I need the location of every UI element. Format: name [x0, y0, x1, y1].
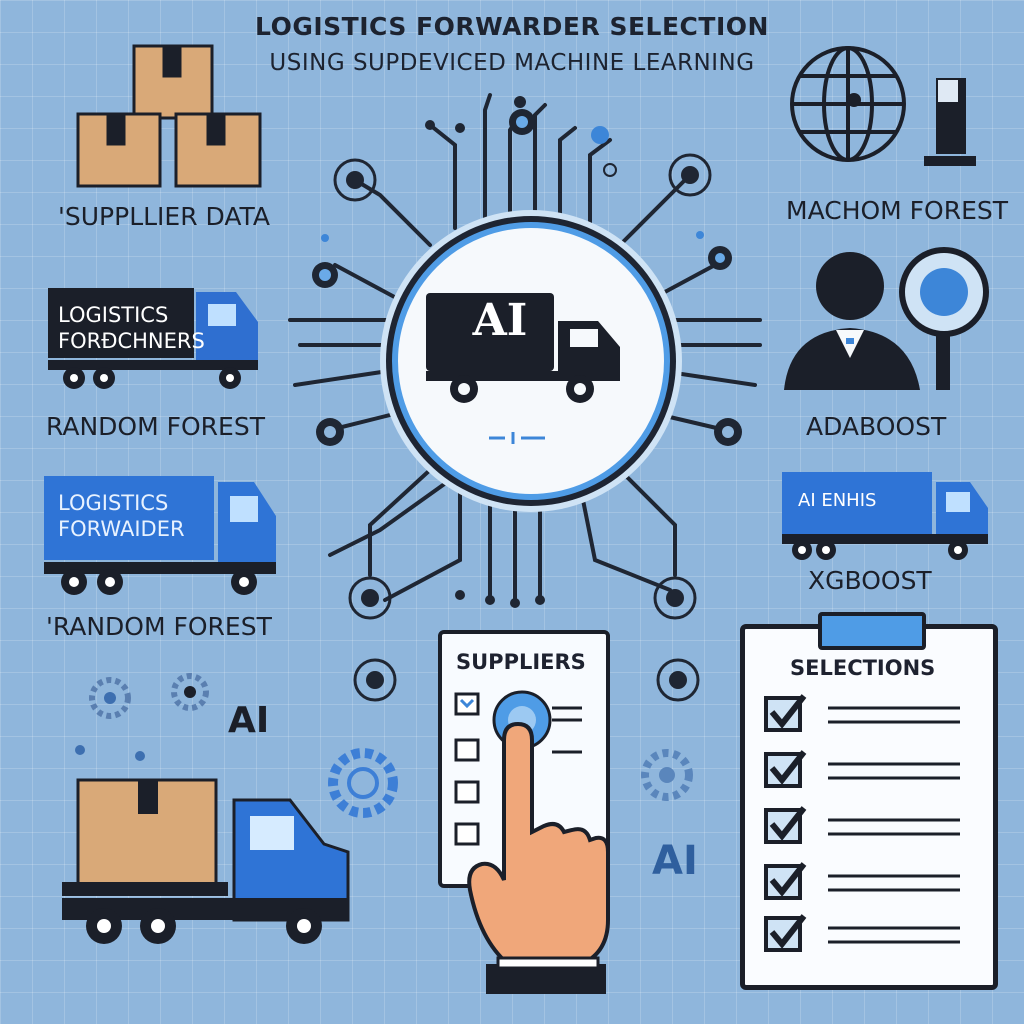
small-gear-icon	[641, 749, 693, 801]
truck-2-text: LOGISTICS FORWAIDER	[58, 491, 185, 541]
hub-deco-glyphs	[485, 428, 555, 448]
label-supplier-data: 'SUPPLLIER DATA	[58, 202, 270, 231]
label-random-forest-1: RANDOM FOREST	[46, 412, 265, 441]
label-adaboost: ADABOOST	[806, 412, 947, 441]
clipboard-clip	[818, 612, 926, 650]
selections-title: SELECTIONS	[790, 656, 936, 680]
label-ai-left: AI	[228, 700, 270, 741]
delivery-truck-icon	[62, 778, 350, 944]
hub-ai-label: AI	[472, 295, 528, 346]
suppliers-title: SUPPLIERS	[456, 650, 586, 674]
person-search-icon	[784, 247, 989, 390]
label-machom-forest: MACHOM FOREST	[786, 196, 1009, 225]
package-boxes-icon	[76, 44, 262, 188]
selections-checklist	[764, 694, 960, 952]
label-random-forest-2: 'RANDOM FOREST	[46, 612, 272, 641]
label-xgboost: XGBOOST	[808, 566, 932, 595]
label-ai-center: AI	[652, 838, 698, 884]
truck-1-text: LOGISTICS FORÐCHNERS	[58, 303, 205, 353]
logistics-truck-3-icon	[782, 472, 988, 560]
gears-icon	[75, 673, 209, 761]
truck-3-text: AI ENHIS	[798, 490, 877, 511]
globe-icon	[790, 46, 976, 166]
pointer-hand-icon[interactable]	[462, 720, 612, 1000]
